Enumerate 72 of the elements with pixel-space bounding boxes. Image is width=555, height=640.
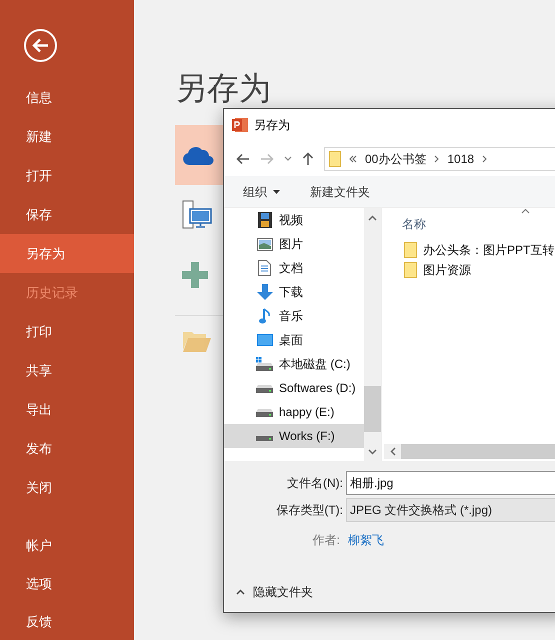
scroll-up-icon[interactable] — [368, 215, 377, 221]
author-label: 作者: — [312, 532, 341, 549]
tree-item[interactable]: 音乐 — [224, 304, 364, 328]
file-name-label: 文件名(N): — [286, 475, 344, 492]
tree-item[interactable]: 下载 — [224, 280, 364, 304]
folder-icon — [404, 262, 417, 278]
tree-item[interactable]: happy (E:) — [224, 400, 364, 424]
monitor-icon — [256, 334, 272, 346]
scroll-down-icon[interactable] — [368, 449, 377, 455]
breadcrumb-item[interactable]: 00办公书签 — [365, 150, 426, 168]
file-name[interactable]: 办公头条：图片PPT互转 — [423, 241, 554, 259]
sidebar-item[interactable]: 共享 — [0, 351, 134, 390]
sidebar-item[interactable]: 打开 — [0, 156, 134, 195]
hide-folders-button[interactable]: 隐藏文件夹 — [236, 583, 313, 601]
tree-item[interactable]: Softwares (D:) — [224, 376, 364, 400]
sidebar-item[interactable]: 保存 — [0, 195, 134, 234]
tree-item[interactable]: 视频 — [224, 208, 364, 232]
folder-icon — [404, 242, 417, 258]
back-button[interactable] — [23, 28, 58, 63]
plus-icon — [182, 262, 208, 288]
up-arrow-icon[interactable] — [302, 152, 314, 166]
dropdown-icon — [273, 190, 280, 194]
tree-item[interactable]: 桌面 — [224, 328, 364, 352]
tree-item[interactable]: Works (F:) — [224, 424, 364, 448]
author-link[interactable]: 柳絮飞 — [348, 531, 384, 549]
folder-icon — [329, 150, 341, 166]
file-name[interactable]: 图片资源 — [423, 261, 471, 279]
file-name-field[interactable]: 相册.jpg — [346, 471, 555, 495]
music-note-icon — [258, 308, 270, 324]
organize-button[interactable]: 组织 — [243, 182, 280, 200]
column-header[interactable]: 名称 — [402, 215, 426, 233]
document-icon — [258, 260, 271, 276]
sidebar-item[interactable]: 反馈 — [0, 603, 134, 640]
computer-icon — [182, 200, 212, 230]
sidebar-item[interactable]: 信息 — [0, 78, 134, 117]
vertical-scrollbar[interactable] — [364, 208, 381, 461]
sidebar-item[interactable]: 导出 — [0, 390, 134, 429]
caret-up-icon — [236, 589, 245, 595]
tree-item[interactable]: 文档 — [224, 256, 364, 280]
sidebar-item[interactable]: 帐户 — [0, 527, 134, 565]
drive-icon — [256, 384, 273, 392]
page-title: 另存为 — [175, 69, 271, 108]
drive-icon — [256, 408, 273, 416]
scroll-left-icon[interactable] — [390, 447, 396, 456]
image-icon — [256, 238, 272, 250]
sidebar-item[interactable]: 打印 — [0, 312, 134, 351]
breadcrumb-item[interactable]: 1018 — [447, 150, 474, 168]
chevron-icon — [482, 154, 488, 162]
horizontal-scrollbar[interactable] — [384, 444, 555, 459]
tree-item[interactable]: 图片 — [224, 232, 364, 256]
sidebar-item[interactable]: 发布 — [0, 429, 134, 468]
new-folder-button[interactable]: 新建文件夹 — [310, 182, 370, 200]
powerpoint-icon — [232, 117, 248, 133]
address-bar[interactable]: 00办公书签 1018 — [324, 146, 555, 170]
file-type-dropdown[interactable]: JPEG 文件交换格式 (*.jpg) — [346, 498, 555, 522]
window-title: 另存为 — [254, 117, 290, 134]
sidebar-item[interactable]: 关闭 — [0, 468, 134, 507]
file-type-label: 保存类型(T): — [275, 502, 344, 519]
chevron-icon — [434, 154, 440, 162]
dropdown-icon[interactable] — [284, 156, 292, 162]
sidebar-item[interactable]: 选项 — [0, 565, 134, 603]
back-arrow-icon[interactable] — [236, 152, 250, 164]
film-icon — [256, 212, 272, 228]
drive-icon — [256, 357, 273, 371]
tree-item[interactable]: 本地磁盘 (C:) — [224, 352, 364, 376]
cloud-icon — [182, 144, 214, 166]
sort-caret-icon[interactable] — [521, 208, 530, 214]
scrollbar-thumb[interactable] — [364, 386, 381, 432]
sidebar-item[interactable]: 另存为 — [0, 234, 134, 273]
double-chevron-icon — [349, 154, 357, 162]
sidebar-item[interactable]: 新建 — [0, 117, 134, 156]
download-arrow-icon — [256, 284, 272, 300]
